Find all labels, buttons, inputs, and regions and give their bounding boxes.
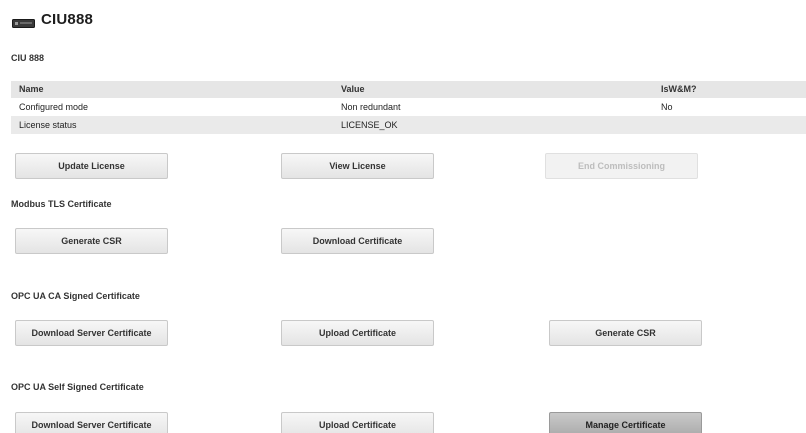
row-value: LICENSE_OK xyxy=(341,120,398,130)
manage-certificate-button[interactable]: Manage Certificate xyxy=(549,412,702,433)
update-license-button[interactable]: Update License xyxy=(15,153,168,179)
page-root: CIU888 CIU 888 Name Value IsW&M? Configu… xyxy=(0,0,806,433)
opc-self-upload-certificate-button[interactable]: Upload Certificate xyxy=(281,412,434,433)
end-commissioning-button[interactable]: End Commissioning xyxy=(545,153,698,179)
row-name: License status xyxy=(19,120,77,130)
view-license-button[interactable]: View License xyxy=(281,153,434,179)
opc-ca-section-title: OPC UA CA Signed Certificate xyxy=(11,291,140,301)
opc-self-section-title: OPC UA Self Signed Certificate xyxy=(11,382,144,392)
table-row: License status LICENSE_OK xyxy=(11,116,806,134)
table-row: Configured mode Non redundant No xyxy=(11,98,806,116)
device-icon xyxy=(12,15,35,28)
page-header: CIU888 xyxy=(12,9,93,29)
row-name: Configured mode xyxy=(19,102,89,112)
modbus-download-certificate-button[interactable]: Download Certificate xyxy=(281,228,434,254)
row-value: Non redundant xyxy=(341,102,401,112)
device-section-title: CIU 888 xyxy=(11,53,45,63)
opc-self-download-server-certificate-button[interactable]: Download Server Certificate xyxy=(15,412,168,433)
opc-ca-upload-certificate-button[interactable]: Upload Certificate xyxy=(281,320,434,346)
properties-table: Name Value IsW&M? Configured mode Non re… xyxy=(11,81,806,134)
row-isw: No xyxy=(661,102,673,112)
column-header-name: Name xyxy=(19,84,44,94)
modbus-section-title: Modbus TLS Certificate xyxy=(11,199,112,209)
opc-ca-download-server-certificate-button[interactable]: Download Server Certificate xyxy=(15,320,168,346)
column-header-isw: IsW&M? xyxy=(661,84,697,94)
page-title: CIU888 xyxy=(41,10,94,28)
table-header-row: Name Value IsW&M? xyxy=(11,81,806,98)
column-header-value: Value xyxy=(341,84,365,94)
modbus-generate-csr-button[interactable]: Generate CSR xyxy=(15,228,168,254)
opc-ca-generate-csr-button[interactable]: Generate CSR xyxy=(549,320,702,346)
